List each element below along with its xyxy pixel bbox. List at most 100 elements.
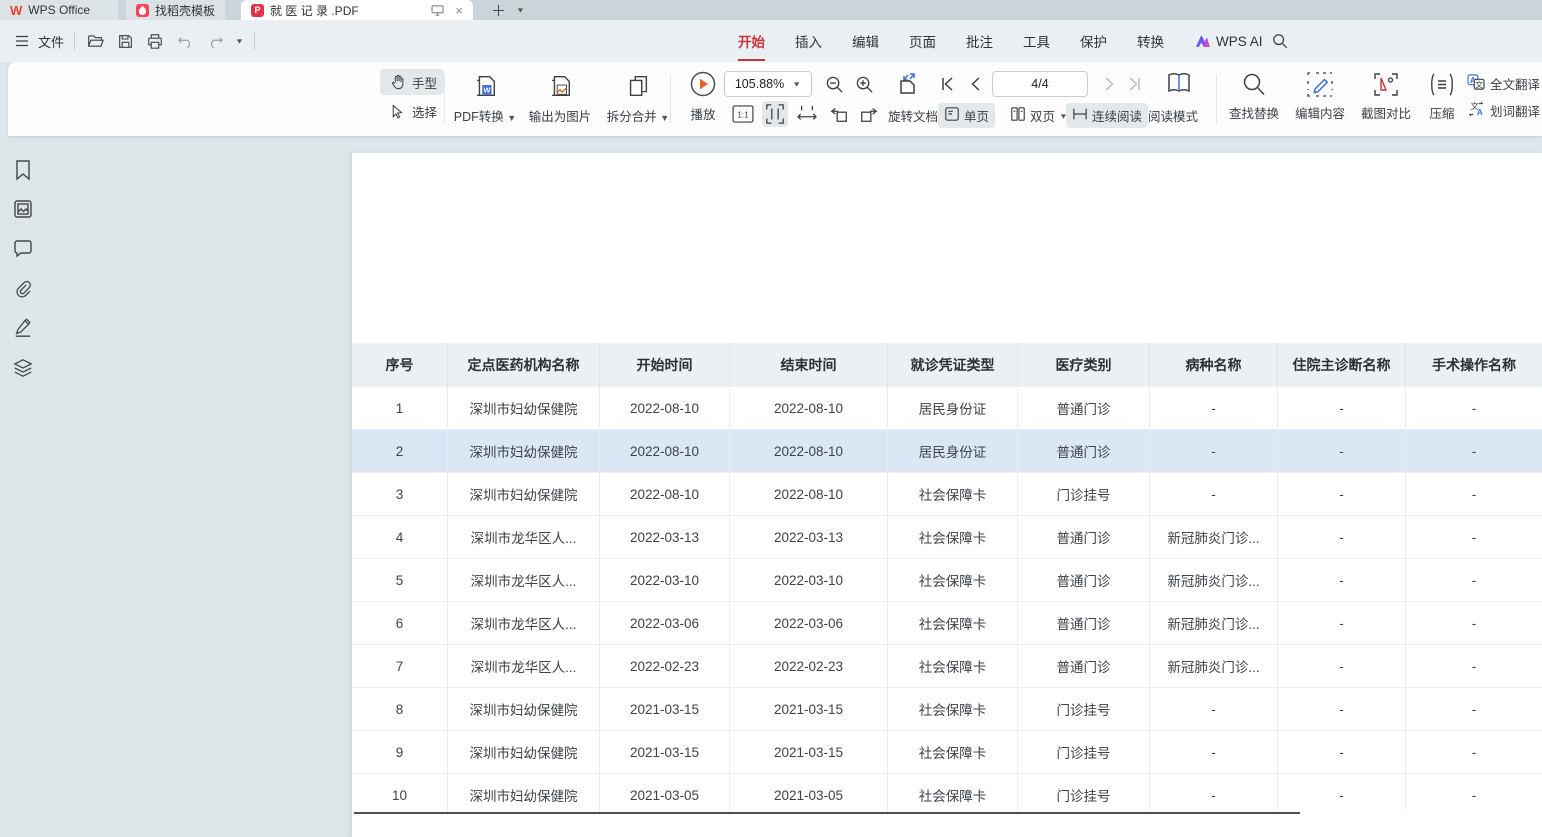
table-cell: 2021-03-15 bbox=[730, 688, 888, 730]
table-row[interactable]: 7深圳市龙华区人...2022-02-232022-02-23社会保障卡普通门诊… bbox=[352, 645, 1542, 688]
hand-icon bbox=[387, 72, 407, 92]
fit-width-icon[interactable] bbox=[794, 102, 820, 126]
table-row[interactable]: 9深圳市妇幼保健院2021-03-152021-03-15社会保障卡门诊挂号--… bbox=[352, 731, 1542, 774]
tab-document-pdf[interactable]: P 就 医 记 录 .PDF × bbox=[241, 0, 473, 20]
first-page-icon[interactable] bbox=[936, 72, 958, 96]
fit-page-icon[interactable] bbox=[762, 101, 788, 127]
screenshot-compare-button[interactable]: 截图对比 bbox=[1354, 72, 1418, 122]
find-replace-button[interactable]: 查找替换 bbox=[1222, 72, 1286, 122]
tab-docer-templates[interactable]: 找稻壳模板 bbox=[126, 0, 225, 20]
hamburger-icon[interactable] bbox=[12, 31, 32, 51]
table-cell: - bbox=[1278, 731, 1406, 773]
comment-icon[interactable] bbox=[13, 239, 35, 261]
tab-wps-office[interactable]: W WPS Office bbox=[0, 0, 118, 20]
read-mode-button[interactable]: 阅读模式 bbox=[1148, 106, 1198, 125]
signature-icon[interactable] bbox=[13, 318, 35, 340]
play-button[interactable]: 播放 bbox=[680, 70, 726, 123]
edit-content-button[interactable]: 编辑内容 bbox=[1288, 72, 1352, 122]
save-icon[interactable] bbox=[115, 31, 135, 51]
menu-convert[interactable]: 转换 bbox=[1137, 31, 1164, 51]
table-cell: - bbox=[1150, 688, 1278, 730]
table-cell: - bbox=[1406, 516, 1542, 558]
rotate-right-icon[interactable] bbox=[856, 102, 882, 126]
table-cell: 门诊挂号 bbox=[1018, 473, 1150, 515]
zoom-level-input[interactable]: 105.88%▼ bbox=[724, 71, 812, 97]
redo-icon[interactable] bbox=[205, 31, 225, 51]
word-translate-button[interactable]: 文A 划词翻译 ▼ bbox=[1460, 98, 1542, 123]
hand-tool-button[interactable]: 手型 bbox=[380, 69, 444, 95]
table-cell: - bbox=[1406, 602, 1542, 644]
table-cell: - bbox=[1150, 774, 1278, 812]
double-page-button[interactable]: 双页 ▼ bbox=[1004, 103, 1074, 128]
table-row[interactable]: 10深圳市妇幼保健院2021-03-052021-03-05社会保障卡门诊挂号-… bbox=[352, 774, 1542, 812]
menu-edit[interactable]: 编辑 bbox=[852, 31, 879, 51]
continuous-read-button[interactable]: 连续阅读 bbox=[1066, 103, 1148, 128]
column-header: 病种名称 bbox=[1150, 343, 1278, 387]
single-page-button[interactable]: 单页 bbox=[938, 103, 995, 128]
open-folder-icon[interactable] bbox=[85, 31, 105, 51]
play-icon bbox=[689, 70, 717, 101]
table-row[interactable]: 3深圳市妇幼保健院2022-08-102022-08-10社会保障卡门诊挂号--… bbox=[352, 473, 1542, 516]
table-cell: - bbox=[1406, 731, 1542, 773]
zoom-out-icon[interactable] bbox=[822, 72, 846, 96]
table-row[interactable]: 6深圳市龙华区人...2022-03-062022-03-06社会保障卡普通门诊… bbox=[352, 602, 1542, 645]
menu-page[interactable]: 页面 bbox=[909, 31, 936, 51]
table-row[interactable]: 5深圳市龙华区人...2022-03-102022-03-10社会保障卡普通门诊… bbox=[352, 559, 1542, 602]
double-page-icon bbox=[1010, 106, 1026, 125]
table-cell: 居民身份证 bbox=[888, 387, 1018, 429]
table-row[interactable]: 8深圳市妇幼保健院2021-03-152021-03-15社会保障卡门诊挂号--… bbox=[352, 688, 1542, 731]
next-page-icon[interactable] bbox=[1098, 72, 1120, 96]
pdf-file-icon: P bbox=[251, 4, 264, 17]
export-image-button[interactable]: 输出为图片 bbox=[522, 72, 598, 125]
pdf-convert-icon: W bbox=[472, 72, 498, 103]
page-number-input[interactable]: 4/4 bbox=[992, 71, 1088, 97]
compress-button[interactable]: 压缩 bbox=[1420, 72, 1464, 122]
add-tab-icon[interactable]: ＋ bbox=[491, 0, 506, 21]
menu-protect[interactable]: 保护 bbox=[1080, 31, 1107, 51]
table-row[interactable]: 4深圳市龙华区人...2022-03-132022-03-13社会保障卡普通门诊… bbox=[352, 516, 1542, 559]
layers-icon[interactable] bbox=[13, 358, 35, 380]
find-replace-icon bbox=[1242, 72, 1266, 100]
one-to-one-icon[interactable]: 1:1 bbox=[730, 102, 756, 126]
last-page-icon[interactable] bbox=[1124, 72, 1146, 96]
table-cell: 2022-02-23 bbox=[600, 645, 730, 687]
close-icon[interactable]: × bbox=[455, 3, 463, 18]
search-icon[interactable] bbox=[1270, 31, 1290, 51]
pdf-convert-button[interactable]: W PDF转换 ▼ bbox=[450, 72, 520, 125]
zoom-in-icon[interactable] bbox=[852, 72, 876, 96]
thumbnail-icon[interactable] bbox=[13, 199, 35, 221]
rotate-document-button[interactable]: 旋转文档 bbox=[888, 106, 938, 125]
table-cell: 2022-08-10 bbox=[730, 430, 888, 472]
table-cell: - bbox=[1406, 473, 1542, 515]
rotate-left-icon[interactable] bbox=[826, 102, 852, 126]
table-cell: 社会保障卡 bbox=[888, 602, 1018, 644]
menu-insert[interactable]: 插入 bbox=[795, 31, 822, 51]
table-cell: - bbox=[1278, 688, 1406, 730]
table-row[interactable]: 1深圳市妇幼保健院2022-08-102022-08-10居民身份证普通门诊--… bbox=[352, 387, 1542, 430]
prev-page-icon[interactable] bbox=[964, 72, 986, 96]
table-cell: 深圳市龙华区人... bbox=[448, 559, 600, 601]
split-merge-button[interactable]: 拆分合并 ▼ bbox=[600, 72, 676, 125]
select-tool-button[interactable]: 选择 bbox=[380, 98, 444, 124]
swap-pages-icon[interactable] bbox=[894, 69, 924, 97]
table-body: 1深圳市妇幼保健院2022-08-102022-08-10居民身份证普通门诊--… bbox=[352, 387, 1542, 812]
chevron-down-icon[interactable]: ▼ bbox=[235, 37, 244, 45]
monitor-icon[interactable] bbox=[427, 0, 447, 20]
full-translate-button[interactable]: A文 全文翻译 bbox=[1460, 71, 1542, 96]
menu-home[interactable]: 开始 bbox=[738, 31, 765, 51]
menu-comment[interactable]: 批注 bbox=[966, 31, 993, 51]
undo-icon[interactable] bbox=[175, 31, 195, 51]
table-row[interactable]: 2深圳市妇幼保健院2022-08-102022-08-10居民身份证普通门诊--… bbox=[352, 430, 1542, 473]
file-menu[interactable]: 文件 bbox=[38, 32, 64, 51]
print-icon[interactable] bbox=[145, 31, 165, 51]
bookmark-icon[interactable] bbox=[13, 159, 35, 181]
attachment-icon[interactable] bbox=[13, 279, 35, 301]
chevron-down-icon[interactable]: ▼ bbox=[516, 6, 525, 14]
wps-ai-button[interactable]: WPS AI bbox=[1196, 20, 1263, 62]
column-header: 住院主诊断名称 bbox=[1278, 343, 1406, 387]
menu-tools[interactable]: 工具 bbox=[1023, 31, 1050, 51]
read-mode-book-icon[interactable] bbox=[1164, 69, 1194, 97]
table-cell: 2022-08-10 bbox=[600, 430, 730, 472]
table-cell: - bbox=[1406, 559, 1542, 601]
table-cell: 3 bbox=[352, 473, 448, 515]
